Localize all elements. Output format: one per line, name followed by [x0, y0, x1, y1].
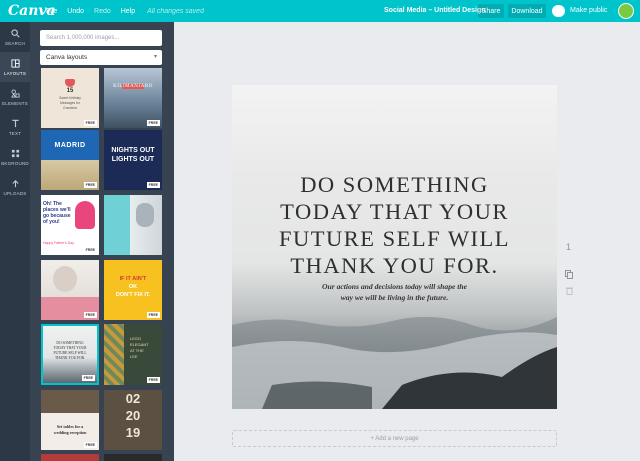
- layout-thumb[interactable]: [104, 195, 162, 255]
- thumb-text: 02: [125, 391, 141, 406]
- thumb-text: 19: [125, 425, 141, 440]
- rail-label: BKGROUND: [1, 160, 29, 166]
- thumb-text: wedding reception: [53, 430, 87, 435]
- thumb-text: MADRID: [54, 142, 86, 149]
- free-badge: FREE: [83, 182, 97, 188]
- layout-thumb[interactable]: [104, 454, 162, 461]
- rail-label: TEXT: [8, 130, 22, 136]
- elements-icon: [10, 88, 20, 98]
- layout-thumb[interactable]: 02 20 19: [104, 390, 162, 450]
- document-title[interactable]: Social Media – Untitled Design: [384, 7, 486, 14]
- free-badge: FREE: [83, 312, 97, 318]
- background-icon: [11, 149, 19, 157]
- rail-search[interactable]: SEARCH: [0, 22, 30, 52]
- download-button[interactable]: Download: [508, 4, 546, 18]
- thumb-text: LEGO: [130, 336, 142, 341]
- free-badge: FREE: [83, 442, 97, 448]
- layout-thumb[interactable]: FREE: [41, 260, 99, 320]
- thumb-text: of you!: [43, 219, 60, 225]
- thumb-text: 15: [66, 88, 74, 94]
- thumb-text: FUTURE SELF WILL: [53, 351, 87, 355]
- layout-thumb-selected[interactable]: DO SOMETHING TODAY THAT YOUR FUTURE SELF…: [41, 324, 99, 385]
- thumb-text: KILIMANJARO: [113, 84, 153, 89]
- rail-elements[interactable]: ELEMENTS: [0, 82, 30, 112]
- uploads-icon: [11, 179, 19, 187]
- design-page[interactable]: DO SOMETHING TODAY THAT YOUR FUTURE SELF…: [232, 85, 557, 409]
- image-search-input[interactable]: Search 1,000,000 images...: [40, 30, 162, 46]
- thumb-text: LEE: [130, 354, 138, 359]
- layout-thumb[interactable]: [41, 454, 99, 461]
- search-icon: [10, 28, 20, 38]
- balloon-icon: [75, 201, 95, 229]
- thumb-text: TODAY THAT YOUR: [53, 346, 87, 350]
- text-icon: [11, 119, 19, 127]
- layout-select[interactable]: Canva layouts ▾: [40, 50, 162, 65]
- chevron-down-icon: ▾: [153, 54, 157, 60]
- layout-thumb[interactable]: Oh! The places we'll go because of you! …: [41, 195, 99, 255]
- thumb-text: ELEGANT: [130, 342, 149, 347]
- thumb-text: THANK YOU FOR.: [55, 356, 85, 360]
- thumb-text: Messages for: [60, 101, 80, 105]
- design-subline[interactable]: Our actions and decisions today will sha…: [232, 281, 557, 303]
- thumb-text: 20: [125, 408, 141, 423]
- layout-thumb[interactable]: MADRID FREE: [41, 130, 99, 190]
- thumb-text: LIGHTS OUT: [111, 156, 155, 163]
- layouts-icon: [10, 58, 20, 68]
- design-headline[interactable]: DO SOMETHING TODAY THAT YOUR FUTURE SELF…: [232, 171, 557, 279]
- thumb-text: Happy Father's Day: [43, 241, 74, 245]
- avatar[interactable]: [618, 3, 634, 19]
- make-public-label: Make public: [570, 7, 608, 14]
- rail-label: LAYOUTS: [3, 70, 27, 76]
- rail-text[interactable]: TEXT: [0, 112, 30, 142]
- layout-thumb[interactable]: Set tables for a wedding reception FREE: [41, 390, 99, 450]
- thumb-text: DO SOMETHING: [56, 341, 84, 345]
- thumb-text: NIGHTS OUT: [111, 147, 155, 154]
- thumb-text: Grandma: [63, 106, 77, 110]
- thumb-text: AT THE: [130, 348, 144, 353]
- layout-thumb[interactable]: NIGHTS OUT LIGHTS OUT FREE: [104, 130, 162, 190]
- menu-file[interactable]: File: [46, 8, 57, 15]
- page-number: 1: [566, 242, 572, 252]
- free-badge: FREE: [146, 182, 160, 188]
- add-page-button[interactable]: + Add a new page: [232, 430, 557, 447]
- menu-redo[interactable]: Redo: [94, 8, 111, 15]
- rail-uploads[interactable]: UPLOADS: [0, 172, 30, 202]
- layout-thumb[interactable]: LEGO ELEGANT AT THE LEE FREE: [104, 324, 162, 385]
- free-badge: FREE: [83, 247, 97, 253]
- make-public-toggle[interactable]: [552, 5, 565, 17]
- free-badge: FREE: [146, 377, 160, 383]
- top-bar: Canva File Undo Redo Help All changes sa…: [0, 0, 640, 22]
- save-status: All changes saved: [147, 7, 204, 15]
- layouts-panel: Search 1,000,000 images... Canva layouts…: [30, 22, 174, 461]
- thumb-text: OK: [128, 284, 138, 290]
- free-badge: FREE: [146, 312, 160, 318]
- canva-logo[interactable]: Canva: [8, 3, 56, 19]
- thumb-text: IF IT AIN'T: [119, 276, 147, 282]
- free-badge: FREE: [146, 120, 160, 126]
- rail-layouts[interactable]: LAYOUTS: [0, 52, 30, 82]
- free-badge: FREE: [83, 120, 97, 126]
- thumb-text: Set tables for a: [56, 424, 84, 429]
- rail-label: ELEMENTS: [2, 100, 28, 106]
- duplicate-page-icon[interactable]: [565, 270, 573, 279]
- layout-thumb[interactable]: 15 Sweet birthday Messages for Grandma F…: [41, 68, 99, 128]
- delete-page-icon[interactable]: [566, 287, 573, 295]
- rail-label: UPLOADS: [3, 190, 27, 196]
- thumb-text: Sweet birthday: [59, 96, 81, 100]
- layout-thumb[interactable]: IF IT AIN'T OK DON'T FIX IT. FREE: [104, 260, 162, 320]
- rail-background[interactable]: BKGROUND: [0, 142, 30, 172]
- tool-rail: SEARCH LAYOUTS ELEMENTS TEXT BKGROUND UP…: [0, 22, 30, 461]
- layout-thumb[interactable]: KILIMANJARO FREE: [104, 68, 162, 128]
- menu-undo[interactable]: Undo: [67, 8, 84, 15]
- menu-help[interactable]: Help: [121, 8, 135, 15]
- layout-select-value: Canva layouts: [46, 54, 88, 61]
- share-button[interactable]: Share: [478, 4, 504, 18]
- free-badge: FREE: [81, 375, 95, 381]
- thumb-text: DON'T FIX IT.: [115, 292, 151, 298]
- main-menu: File Undo Redo Help All changes saved: [46, 8, 214, 15]
- rail-label: SEARCH: [5, 40, 25, 46]
